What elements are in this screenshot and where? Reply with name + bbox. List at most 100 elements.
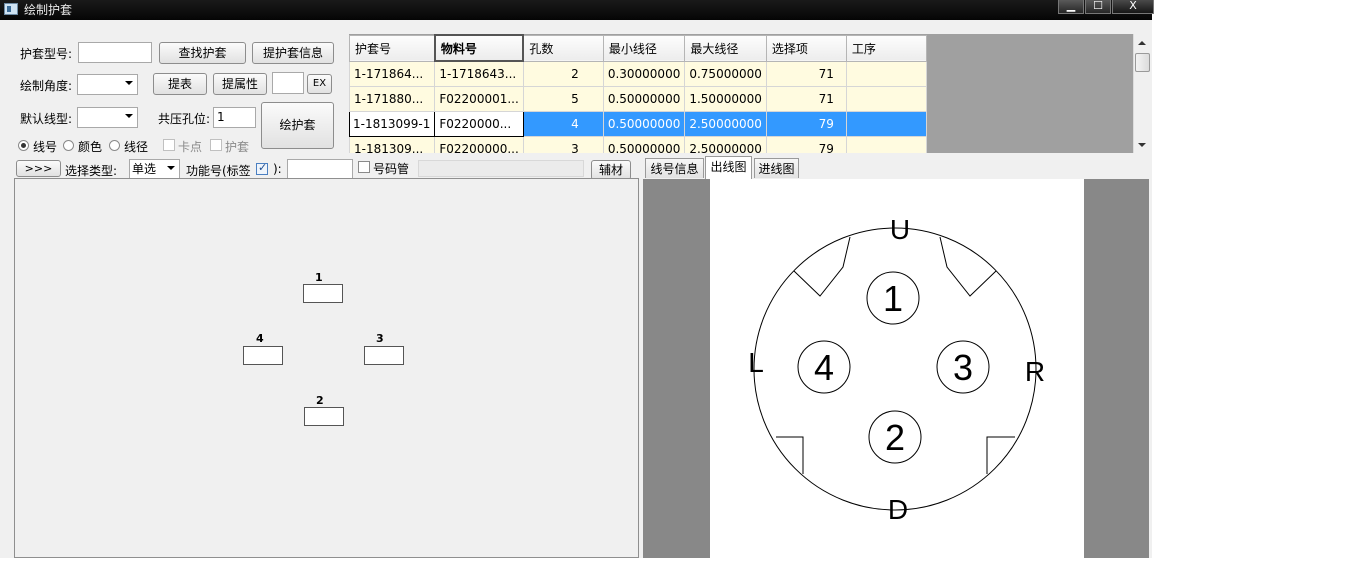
table-cell[interactable]: 0.75000000	[684, 60, 767, 87]
table-row-selected[interactable]: 1-1813099-1 F0220000... 4 0.50000000 2.5…	[349, 111, 927, 137]
title-bar: 绘制护套 ▁ ☐ X	[0, 0, 1154, 20]
table-cell[interactable]: 1-181309...	[349, 136, 436, 153]
aux-material-button[interactable]: 辅材	[591, 160, 631, 180]
corner-mark-left	[776, 436, 804, 474]
function-no-label: 功能号(标签	[186, 164, 251, 178]
table-cell[interactable]	[845, 60, 927, 87]
key-notch-right	[939, 236, 997, 297]
table-cell[interactable]: F02200001...	[434, 86, 524, 112]
function-no-input[interactable]	[287, 159, 353, 180]
table-cell[interactable]: 0.50000000	[602, 111, 686, 137]
column-header[interactable]: 选择项	[765, 34, 847, 62]
table-cell[interactable]: F02200000...	[434, 136, 524, 153]
table-header-row: 护套号 物料号 孔数 最小线径 最大线径 选择项 工序	[349, 34, 927, 62]
label-checkbox[interactable]	[256, 161, 268, 175]
table-cell[interactable]: 1-171880...	[349, 86, 436, 112]
expand-button[interactable]: >>>	[16, 160, 61, 177]
extract-table-button[interactable]: 提表	[153, 73, 207, 95]
tab-wire-info[interactable]: 线号信息	[645, 158, 704, 178]
wire-no-radio[interactable]	[18, 140, 29, 151]
extract-attr-button[interactable]: 提属性	[213, 73, 267, 95]
table-cell[interactable]: 71	[765, 60, 847, 87]
color-radio[interactable]	[63, 140, 74, 151]
table-cell[interactable]: 0.50000000	[602, 136, 686, 153]
wire-dia-radio[interactable]	[109, 140, 120, 151]
table-cell[interactable]: 2.50000000	[684, 136, 767, 153]
table-cell[interactable]: 2	[522, 60, 604, 87]
maximize-button[interactable]: ☐	[1085, 0, 1111, 14]
table-cell[interactable]	[845, 111, 927, 137]
extract-jacket-info-button[interactable]: 提护套信息	[252, 42, 334, 64]
pin-box[interactable]	[364, 346, 404, 365]
draw-angle-label: 绘制角度:	[20, 79, 73, 93]
grid-vertical-scrollbar[interactable]	[1133, 34, 1150, 153]
column-header[interactable]: 最小线径	[602, 34, 686, 62]
drawing-canvas: 1 4 3 2 U D L R	[710, 179, 1084, 558]
find-jacket-button[interactable]: 查找护套	[159, 42, 246, 64]
table-row[interactable]: 1-171880... F02200001... 5 0.50000000 1.…	[349, 86, 927, 112]
connector-outline	[753, 227, 1037, 511]
toolbar-text-field[interactable]	[418, 160, 584, 177]
table-cell[interactable]: 79	[765, 136, 847, 153]
crimp-hole-input[interactable]: 1	[213, 107, 256, 128]
jacket-data-grid: 护套号 物料号 孔数 最小线径 最大线径 选择项 工序 1-171864... …	[349, 34, 1134, 153]
direction-label-top: U	[890, 214, 910, 245]
column-header[interactable]: 孔数	[522, 34, 604, 62]
code-tube-checkbox[interactable]	[358, 161, 370, 173]
jacket-model-input[interactable]	[78, 42, 152, 63]
table-cell[interactable]: 79	[765, 111, 847, 137]
pin-label: 2	[316, 394, 324, 407]
ex-input[interactable]	[272, 72, 304, 94]
table-cell[interactable]: 1-1718643...	[434, 60, 524, 87]
pin-label: 3	[376, 332, 384, 345]
column-header[interactable]: 最大线径	[684, 34, 767, 62]
wire-dia-radio-label: 线径	[124, 140, 149, 154]
wire-no-radio-label: 线号	[33, 140, 58, 154]
table-cell[interactable]: F0220000...	[434, 111, 524, 137]
table-cell[interactable]: 1-1813099-1	[349, 111, 436, 137]
table-cell[interactable]: 1.50000000	[684, 86, 767, 112]
close-button[interactable]: X	[1112, 0, 1154, 14]
tab-outgoing-diagram[interactable]: 出线图	[705, 156, 752, 179]
pin-box[interactable]	[304, 407, 344, 426]
default-wire-select[interactable]	[77, 107, 138, 128]
card-point-checkbox[interactable]	[163, 139, 175, 151]
direction-label-left: L	[748, 347, 764, 378]
card-point-label: 卡点	[178, 140, 203, 154]
app-icon	[4, 3, 18, 15]
code-tube-label: 号码管	[373, 162, 410, 176]
table-row[interactable]: 1-171864... 1-1718643... 2 0.30000000 0.…	[349, 60, 927, 87]
draw-angle-select[interactable]	[77, 74, 138, 95]
scroll-up-icon[interactable]	[1138, 41, 1146, 45]
table-row[interactable]: 1-181309... F02200000... 3 0.50000000 2.…	[349, 136, 927, 153]
table-cell[interactable]: 0.30000000	[602, 60, 686, 87]
draw-jacket-button[interactable]: 绘护套	[261, 102, 334, 149]
data-table: 护套号 物料号 孔数 最小线径 最大线径 选择项 工序 1-171864... …	[349, 34, 927, 153]
table-cell[interactable]: 3	[522, 136, 604, 153]
corner-mark-right	[986, 436, 1015, 474]
table-cell[interactable]	[845, 136, 927, 153]
pin-box[interactable]	[303, 284, 343, 303]
table-cell[interactable]: 2.50000000	[684, 111, 767, 137]
tab-incoming-diagram[interactable]: 进线图	[754, 158, 799, 178]
jacket-checkbox[interactable]	[210, 139, 222, 151]
pin-layout-panel	[14, 178, 639, 558]
table-cell[interactable]: 0.50000000	[602, 86, 686, 112]
column-header[interactable]: 护套号	[349, 34, 436, 62]
table-cell[interactable]: 71	[765, 86, 847, 112]
scroll-down-icon[interactable]	[1138, 143, 1146, 147]
column-header[interactable]: 工序	[845, 34, 927, 62]
jacket-model-label: 护套型号:	[20, 47, 73, 61]
table-cell[interactable]: 5	[522, 86, 604, 112]
scroll-thumb[interactable]	[1135, 53, 1150, 72]
table-cell[interactable]: 4	[522, 111, 604, 137]
table-cell[interactable]: 1-171864...	[349, 60, 436, 87]
select-type-select[interactable]: 单选	[129, 159, 180, 179]
ex-button[interactable]: EX	[307, 74, 332, 94]
column-header[interactable]: 物料号	[433, 34, 525, 62]
minimize-button[interactable]: ▁	[1058, 0, 1084, 14]
window-title: 绘制护套	[24, 3, 73, 17]
chevron-down-icon	[167, 166, 175, 170]
pin-box[interactable]	[243, 346, 283, 365]
table-cell[interactable]	[845, 86, 927, 112]
